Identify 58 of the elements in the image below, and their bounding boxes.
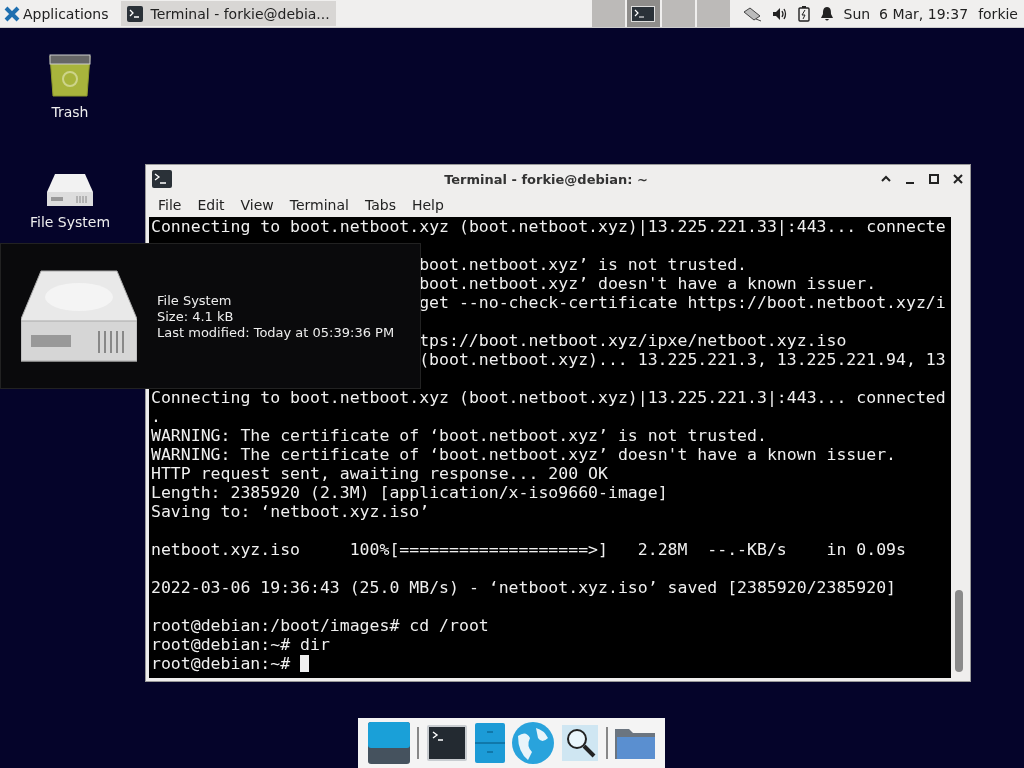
tooltip-modified: Last modified: Today at 05:39:36 PM: [157, 324, 395, 340]
terminal-line: boot.netboot.xyz’ doesn't have a known issuer.: [419, 274, 877, 293]
terminal-icon: [126, 5, 143, 22]
workspace-switcher-cell[interactable]: [661, 0, 695, 27]
folder-icon[interactable]: [615, 727, 656, 759]
show-desktop-icon[interactable]: [367, 722, 410, 764]
terminal-icon: [631, 5, 656, 22]
terminal-icon: [152, 170, 172, 188]
scrollbar[interactable]: [951, 217, 967, 678]
text-cursor: [300, 655, 309, 672]
desktop-icon-label[interactable]: File System: [29, 214, 111, 230]
menu-item[interactable]: Terminal: [281, 197, 357, 213]
file-cabinet-icon[interactable]: [474, 723, 505, 763]
terminal-line: WARNING: The certificate of ‘boot.netboot.xyz’ is not trusted.: [151, 426, 767, 445]
menu-item[interactable]: View: [232, 197, 282, 213]
desktop-icon-label[interactable]: Trash: [51, 104, 89, 120]
terminal-prompt: root@debian:~#: [151, 654, 292, 673]
network-icon[interactable]: [741, 5, 762, 22]
user-name[interactable]: forkie: [978, 5, 1018, 22]
terminal-line: Connecting to boot.netboot.xyz (boot.netboot.xyz)|13.225.221.33|:443... connecte: [151, 217, 946, 236]
terminal-line: boot.netboot.xyz’ is not trusted.: [419, 255, 747, 274]
globe-icon[interactable]: [512, 722, 555, 764]
terminal-line: Length: 2385920 (2.3M) [application/x-iso9660-image]: [151, 483, 668, 502]
terminal-line: HTTP request sent, awaiting response... 200 OK: [151, 464, 608, 483]
close-icon[interactable]: [952, 173, 964, 185]
window-title: Terminal - forkie@debian: ~: [443, 171, 649, 187]
menu-item[interactable]: File: [150, 197, 190, 213]
clock[interactable]: Sun 6 Mar, 19:37: [843, 5, 969, 22]
bell-icon[interactable]: [819, 5, 834, 22]
applications-menu[interactable]: Applications: [0, 0, 115, 27]
terminal-line: (boot.netboot.xyz)... 13.225.221.3, 13.225.221.94, 13: [419, 350, 946, 369]
menu-item[interactable]: Help: [403, 197, 452, 213]
terminal-line: get --no-check-certificate https://boot.netboot.xyz/i: [419, 293, 946, 312]
terminal-line: netboot.xyz.iso 100%[===================>] 2.28M --.-KB/s in 0.09s: [151, 540, 906, 559]
terminal-line: Connecting to boot.netboot.xyz (boot.netboot.xyz)|13.225.221.3|:443... connected: [151, 388, 946, 407]
tooltip-size: Size: 4.1 kB: [157, 308, 235, 324]
terminal-line: root@debian:/boot/images# cd /root: [151, 616, 489, 635]
workspace-switcher-cell[interactable]: [696, 0, 730, 27]
drive-icon[interactable]: [47, 172, 93, 208]
scrollbar-thumb[interactable]: [955, 590, 963, 672]
workspace-switcher-cell[interactable]: [591, 0, 625, 27]
trash-icon[interactable]: [47, 52, 93, 98]
terminal-line: tps://boot.netboot.xyz/ipxe/netboot.xyz.iso: [419, 331, 847, 350]
menu-item[interactable]: Tabs: [356, 197, 404, 213]
terminal-line: .: [151, 407, 161, 426]
taskbar-button[interactable]: Terminal - forkie@debia...: [120, 1, 336, 26]
workspace-switcher-cell[interactable]: [626, 0, 660, 27]
terminal-line: Saving to: ‘netboot.xyz.iso’: [151, 502, 430, 521]
terminal-icon[interactable]: [427, 725, 468, 761]
tooltip-title: File System: [157, 292, 233, 308]
terminal-line: 2022-03-06 19:36:43 (25.0 MB/s) - ‘netboot.xyz.iso’ saved [2385920/2385920]: [151, 578, 897, 597]
terminal-line: root@debian:~# dir: [151, 635, 330, 654]
battery-icon[interactable]: [797, 5, 810, 22]
drive-icon: [21, 269, 137, 363]
maximize-icon[interactable]: [928, 173, 940, 185]
terminal-line: WARNING: The certificate of ‘boot.netboot.xyz’ doesn't have a known issuer.: [151, 445, 897, 464]
search-icon[interactable]: [561, 725, 598, 761]
menu-item[interactable]: Edit: [189, 197, 233, 213]
